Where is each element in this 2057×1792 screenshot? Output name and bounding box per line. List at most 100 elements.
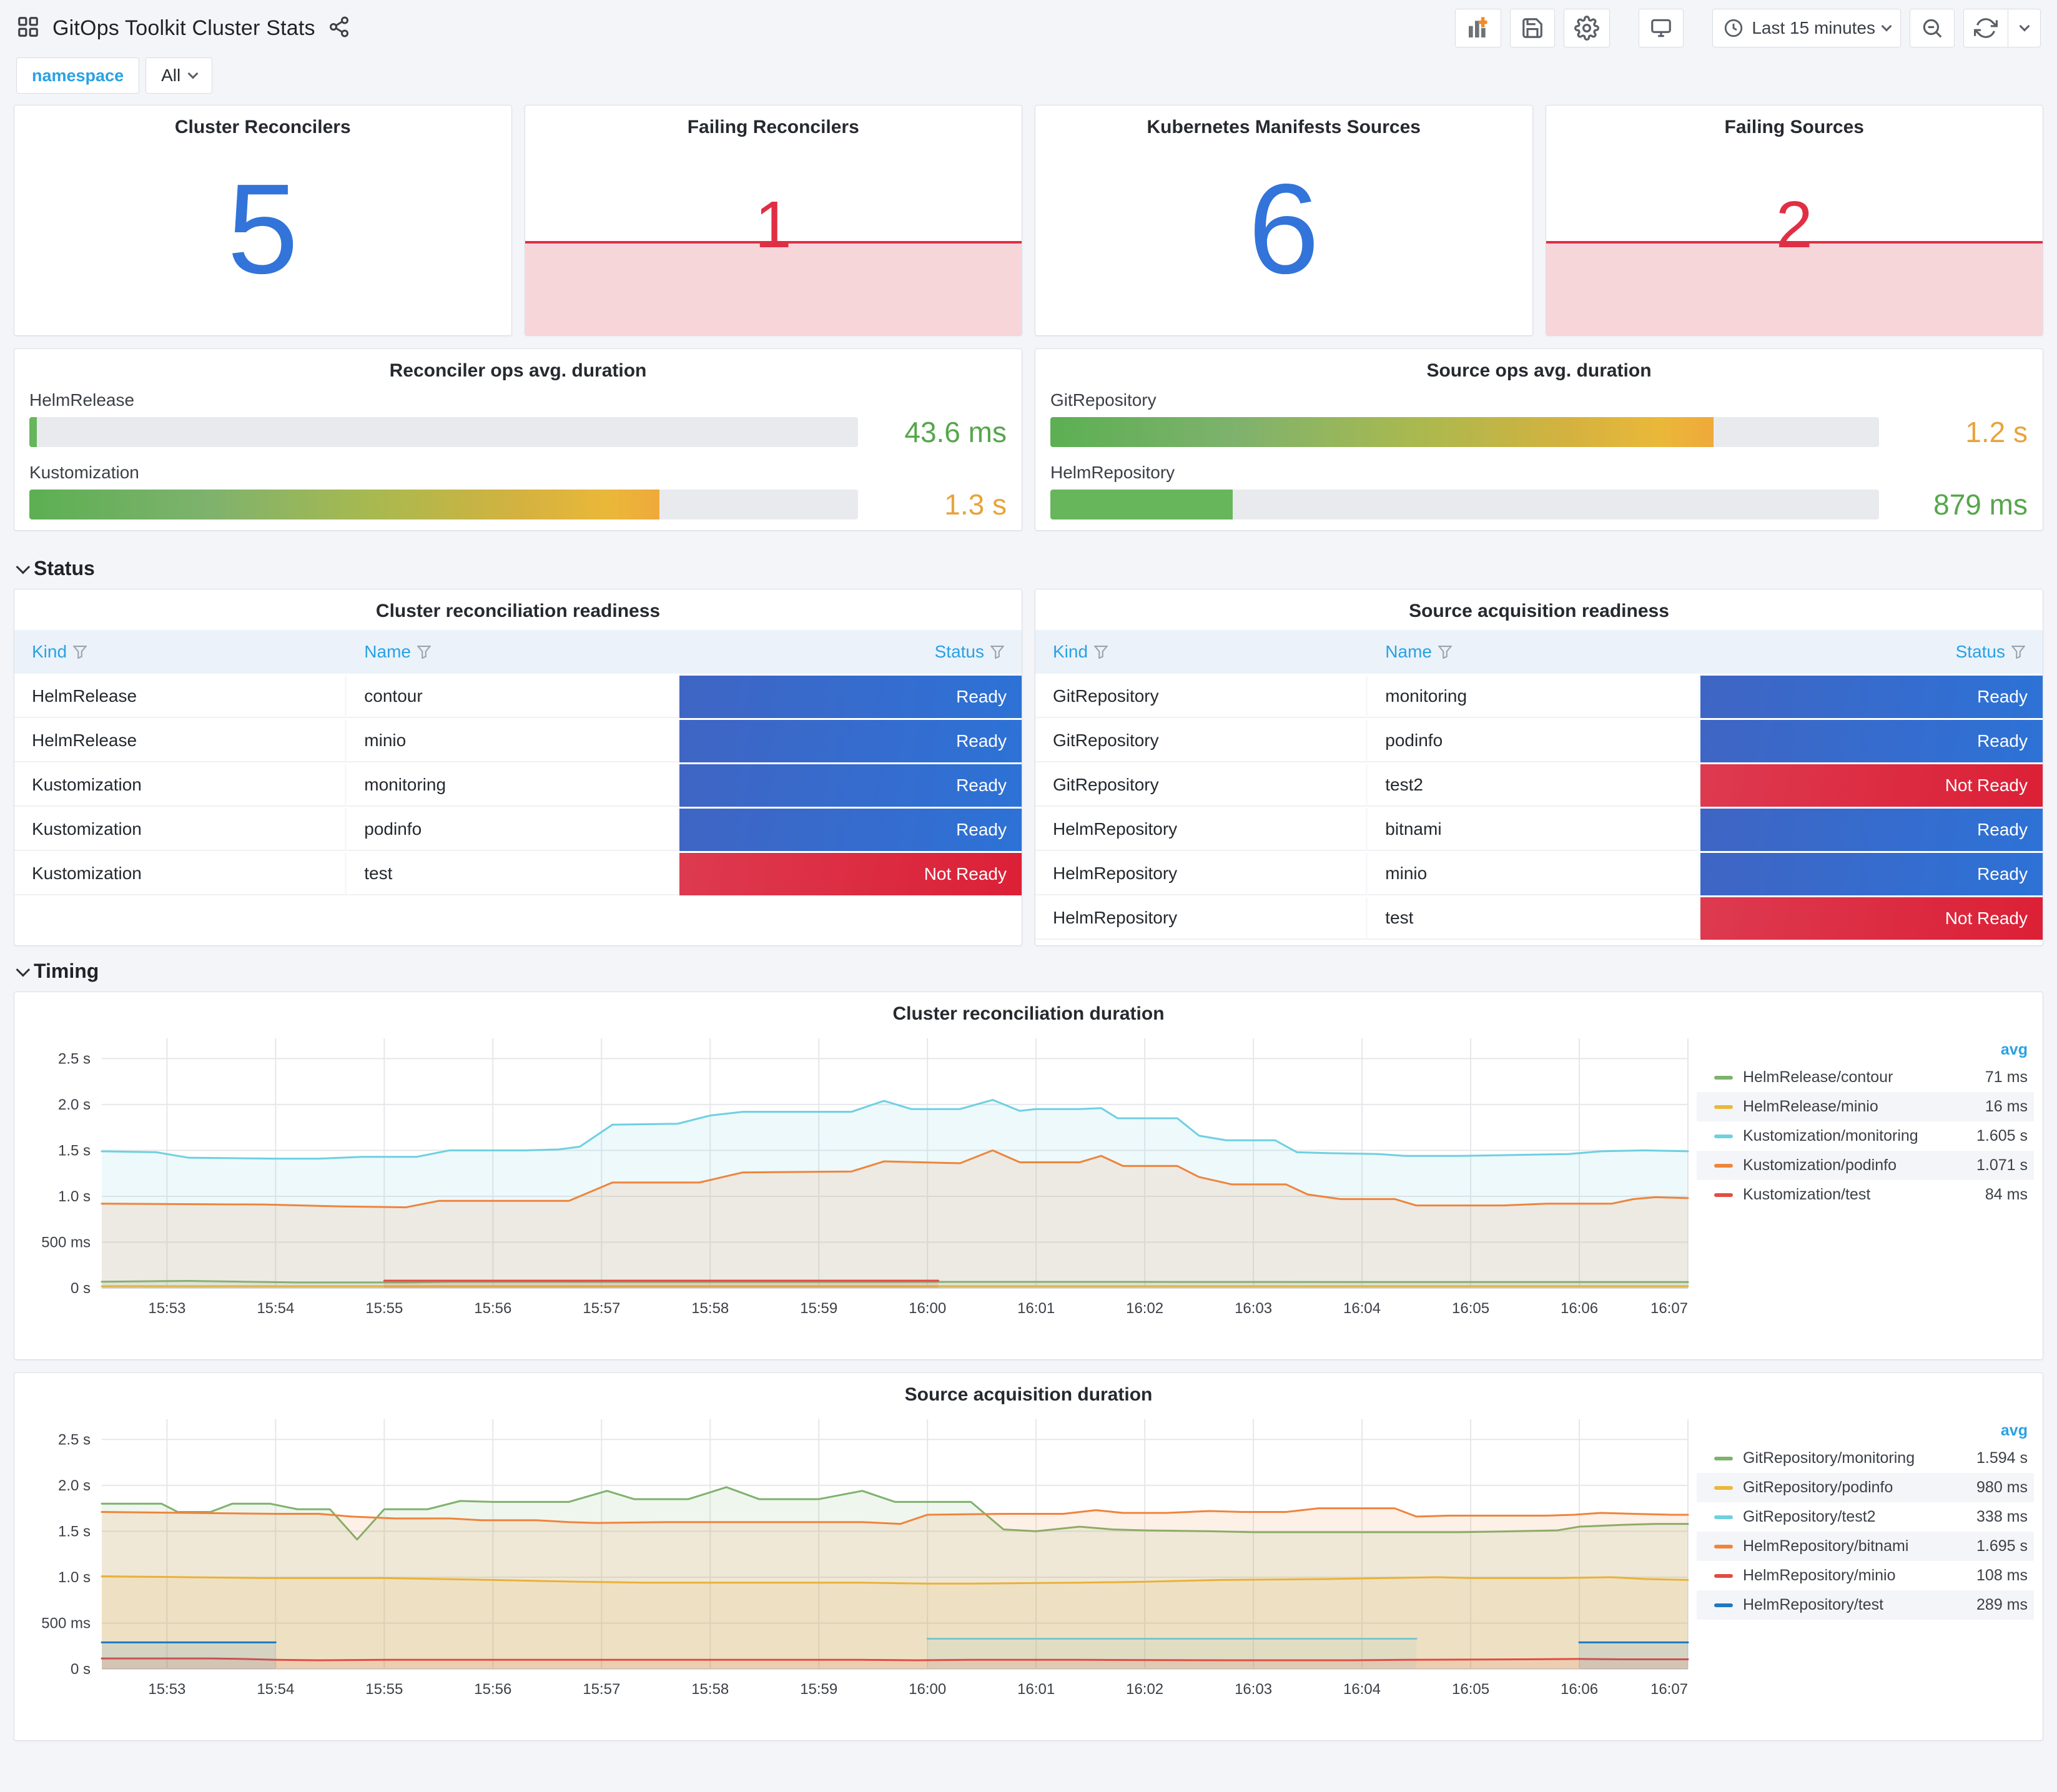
legend-avg-header[interactable]: avg bbox=[1697, 1419, 2034, 1444]
column-header-kind[interactable]: Kind bbox=[1035, 630, 1368, 674]
svg-text:16:04: 16:04 bbox=[1343, 1300, 1381, 1317]
stat-panel-kubernetes-manifests-sources[interactable]: Kubernetes Manifests Sources 6 bbox=[1035, 105, 1533, 336]
cycle-view-mode-button[interactable] bbox=[1639, 9, 1684, 47]
table-header-row: Kind Name Status bbox=[1035, 630, 2043, 674]
column-header-status[interactable]: Status bbox=[1700, 630, 2043, 674]
panel-title: Failing Sources bbox=[1724, 117, 1864, 137]
gauge-track bbox=[1050, 417, 1879, 447]
legend-item[interactable]: GitRepository/podinfo 980 ms bbox=[1697, 1473, 2034, 1502]
legend-item[interactable]: GitRepository/test2 338 ms bbox=[1697, 1502, 2034, 1532]
variable-namespace-select[interactable]: All bbox=[146, 57, 213, 94]
gauge-track bbox=[1050, 490, 1879, 519]
series-avg-value: 71 ms bbox=[1985, 1068, 2028, 1086]
series-color-dash bbox=[1714, 1485, 1733, 1490]
column-header-status[interactable]: Status bbox=[679, 630, 1022, 674]
refresh-interval-dropdown[interactable] bbox=[2008, 9, 2041, 47]
legend-item[interactable]: HelmRelease/contour 71 ms bbox=[1697, 1063, 2034, 1092]
svg-text:15:55: 15:55 bbox=[365, 1681, 403, 1698]
panel-title: Cluster reconciliation readiness bbox=[375, 601, 661, 621]
stat-panel-failing-reconcilers[interactable]: Failing Reconcilers 1 bbox=[524, 105, 1022, 336]
table-panel-cluster-reconciliation-readiness[interactable]: Cluster reconciliation readiness Kind Na… bbox=[14, 589, 1022, 946]
cell-kind: HelmRelease bbox=[14, 676, 347, 718]
share-icon[interactable] bbox=[328, 16, 350, 41]
svg-text:15:56: 15:56 bbox=[474, 1300, 511, 1317]
zoom-out-time-button[interactable] bbox=[1910, 9, 1955, 47]
series-name: HelmRelease/contour bbox=[1743, 1068, 1893, 1086]
legend-item[interactable]: Kustomization/test 84 ms bbox=[1697, 1180, 2034, 1209]
legend-item[interactable]: HelmRepository/test 289 ms bbox=[1697, 1590, 2034, 1620]
status-badge: Not Ready bbox=[679, 853, 1022, 895]
svg-text:15:55: 15:55 bbox=[365, 1300, 403, 1317]
gauge-label: HelmRepository bbox=[1050, 463, 1175, 482]
svg-text:15:58: 15:58 bbox=[691, 1681, 729, 1698]
series-avg-value: 84 ms bbox=[1985, 1186, 2028, 1203]
cell-kind: GitRepository bbox=[1035, 676, 1368, 718]
svg-text:16:02: 16:02 bbox=[1126, 1300, 1163, 1317]
chevron-down-icon bbox=[1881, 21, 1892, 32]
gauge-panel-source-ops[interactable]: Source ops avg. duration GitRepository 1… bbox=[1035, 348, 2043, 531]
stat-value: 6 bbox=[1248, 157, 1320, 301]
chart-panel-cluster-reconciliation-duration[interactable]: Cluster reconciliation duration 0 s 500 m… bbox=[14, 992, 2043, 1360]
status-badge: Ready bbox=[679, 720, 1022, 762]
stats-row: Cluster Reconcilers 5 Failing Reconciler… bbox=[0, 105, 2057, 336]
cell-kind: Kustomization bbox=[14, 809, 347, 851]
legend-item[interactable]: HelmRelease/minio 16 ms bbox=[1697, 1092, 2034, 1121]
time-range-picker[interactable]: Last 15 minutes bbox=[1712, 9, 1901, 47]
svg-text:1.0 s: 1.0 s bbox=[58, 1188, 91, 1205]
svg-text:16:03: 16:03 bbox=[1235, 1681, 1272, 1698]
gauge-fill bbox=[1050, 490, 1233, 519]
panel-title: Cluster Reconcilers bbox=[174, 117, 351, 137]
chevron-down-icon bbox=[16, 962, 31, 977]
chart-panel-source-acquisition-duration[interactable]: Source acquisition duration 0 s 500 ms 1.0… bbox=[14, 1372, 2043, 1741]
tables-row: Cluster reconciliation readiness Kind Na… bbox=[0, 589, 2057, 946]
series-color-dash bbox=[1714, 1075, 1733, 1080]
stat-value: 2 bbox=[1775, 187, 1813, 262]
cell-name: podinfo bbox=[347, 809, 679, 851]
stat-panel-failing-sources[interactable]: Failing Sources 2 bbox=[1545, 105, 2043, 336]
series-avg-value: 1.695 s bbox=[1976, 1537, 2028, 1555]
series-name: GitRepository/monitoring bbox=[1743, 1449, 1915, 1467]
table-row: GitRepository test2 Not Ready bbox=[1035, 764, 2043, 807]
dashboard-settings-button[interactable] bbox=[1564, 9, 1611, 47]
cell-kind: GitRepository bbox=[1035, 764, 1368, 807]
series-color-dash bbox=[1714, 1544, 1733, 1548]
column-header-kind[interactable]: Kind bbox=[14, 630, 347, 674]
legend-item[interactable]: HelmRepository/bitnami 1.695 s bbox=[1697, 1532, 2034, 1561]
svg-text:15:58: 15:58 bbox=[691, 1300, 729, 1317]
chart-legend: avg GitRepository/monitoring 1.594 s Git… bbox=[1697, 1419, 2034, 1620]
chevron-down-icon bbox=[187, 68, 199, 79]
gauge-row: GitRepository 1.2 s bbox=[1050, 390, 2028, 449]
column-header-name[interactable]: Name bbox=[1368, 630, 1700, 674]
svg-text:1.5 s: 1.5 s bbox=[58, 1142, 91, 1159]
svg-text:1.5 s: 1.5 s bbox=[58, 1523, 91, 1540]
legend-item[interactable]: Kustomization/monitoring 1.605 s bbox=[1697, 1121, 2034, 1151]
gauge-value: 879 ms bbox=[1933, 488, 2028, 521]
svg-text:16:06: 16:06 bbox=[1561, 1681, 1598, 1698]
legend-avg-header[interactable]: avg bbox=[1697, 1038, 2034, 1063]
refresh-button[interactable] bbox=[1963, 9, 2008, 47]
series-avg-value: 1.605 s bbox=[1976, 1127, 2028, 1145]
add-panel-button[interactable] bbox=[1455, 9, 1502, 47]
section-timing[interactable]: Timing bbox=[0, 950, 2057, 992]
cell-kind: Kustomization bbox=[14, 853, 347, 895]
gauge-row: HelmRepository 879 ms bbox=[1050, 463, 2028, 521]
legend-item[interactable]: Kustomization/podinfo 1.071 s bbox=[1697, 1151, 2034, 1180]
legend-item[interactable]: GitRepository/monitoring 1.594 s bbox=[1697, 1444, 2034, 1473]
series-name: GitRepository/test2 bbox=[1743, 1508, 1876, 1525]
readiness-table: Kind Name Status GitRepository monitoring… bbox=[1035, 628, 2043, 942]
cell-name: test bbox=[347, 853, 679, 895]
column-header-name[interactable]: Name bbox=[347, 630, 679, 674]
clock-icon bbox=[1725, 19, 1743, 37]
legend-item[interactable]: HelmRepository/minio 108 ms bbox=[1697, 1561, 2034, 1590]
stat-panel-cluster-reconcilers[interactable]: Cluster Reconcilers 5 bbox=[14, 105, 512, 336]
section-status[interactable]: Status bbox=[0, 547, 2057, 589]
cell-kind: HelmRepository bbox=[1035, 853, 1368, 895]
table-panel-source-acquisition-readiness[interactable]: Source acquisition readiness Kind Name S… bbox=[1035, 589, 2043, 946]
panel-title: Source ops avg. duration bbox=[1426, 360, 1652, 381]
save-dashboard-button[interactable] bbox=[1510, 9, 1556, 47]
panel-title: Source acquisition duration bbox=[904, 1384, 1153, 1405]
svg-text:15:59: 15:59 bbox=[800, 1681, 837, 1698]
gauge-panel-reconciler-ops[interactable]: Reconciler ops avg. duration HelmRelease… bbox=[14, 348, 1022, 531]
series-name: HelmRelease/minio bbox=[1743, 1098, 1878, 1115]
gauge-value: 1.3 s bbox=[944, 488, 1007, 521]
